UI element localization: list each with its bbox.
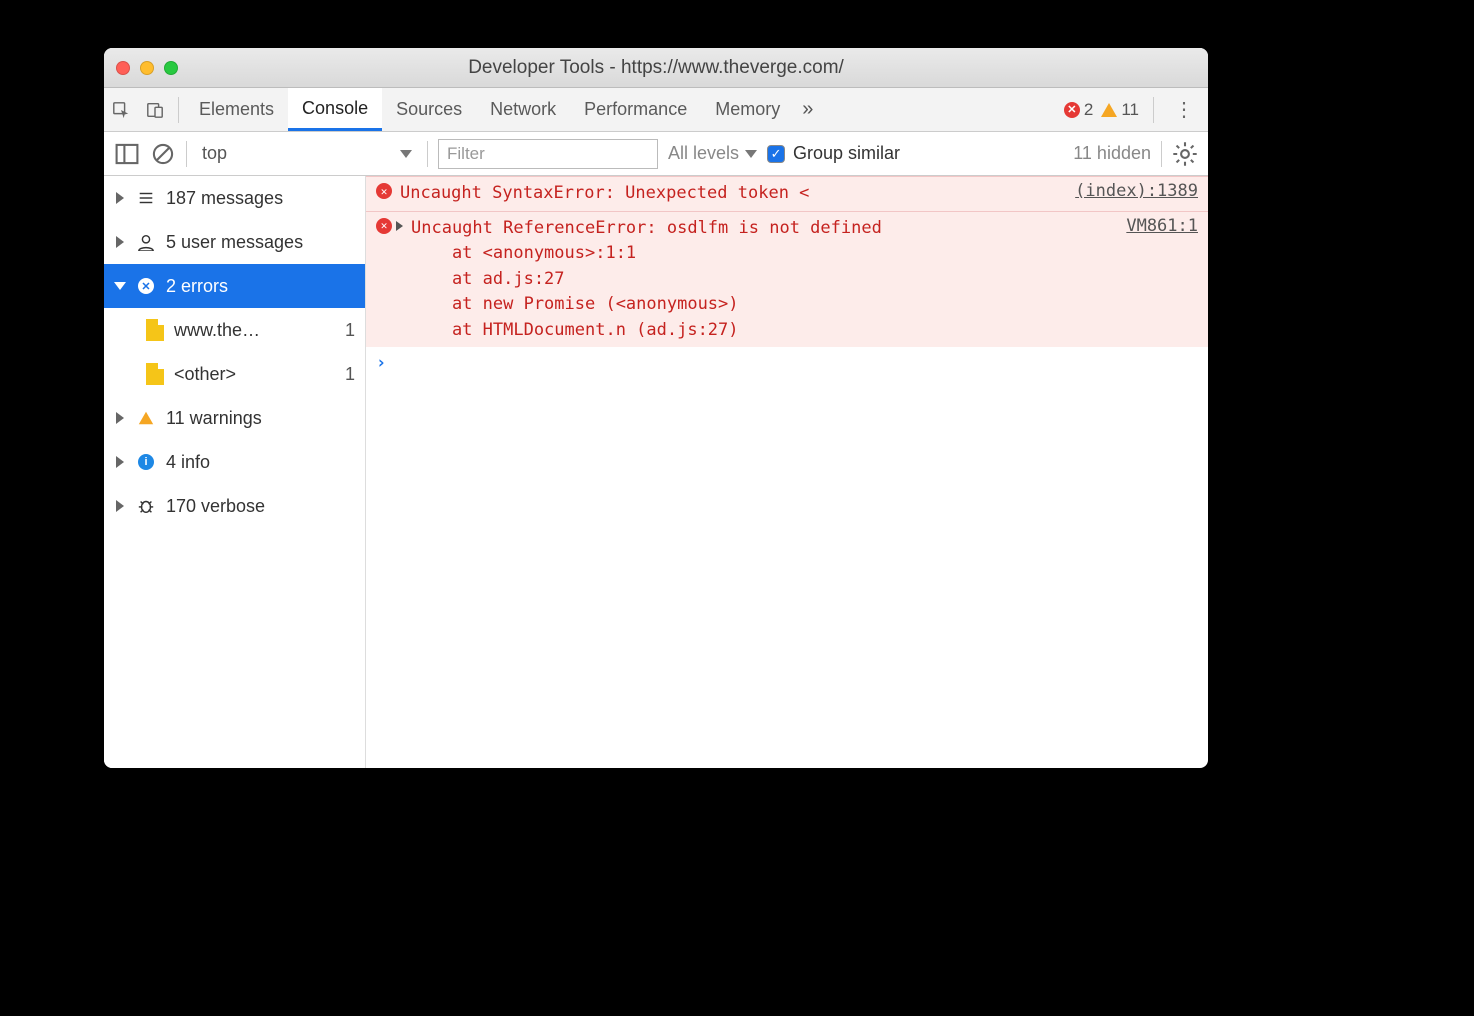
source-count: 1 — [345, 320, 365, 341]
zoom-window-button[interactable] — [164, 61, 178, 75]
error-icon: ✕ — [376, 183, 392, 199]
bug-icon — [136, 497, 156, 515]
log-levels-selector[interactable]: All levels — [668, 143, 757, 164]
window-controls — [116, 61, 178, 75]
chevron-down-icon — [745, 150, 757, 158]
console-error-message[interactable]: ✕ Uncaught ReferenceError: osdlfm is not… — [366, 211, 1208, 348]
warning-count-badge[interactable]: 11 — [1101, 100, 1139, 120]
tab-network[interactable]: Network — [476, 88, 570, 131]
filter-input[interactable] — [438, 139, 658, 169]
message-text: Uncaught ReferenceError: osdlfm is not d… — [411, 216, 1108, 344]
tab-performance[interactable]: Performance — [570, 88, 701, 131]
minimize-window-button[interactable] — [140, 61, 154, 75]
kebab-menu-icon[interactable]: ⋮ — [1168, 97, 1200, 122]
info-icon: i — [136, 454, 156, 470]
checkbox-checked-icon: ✓ — [767, 145, 785, 163]
sidebar-item-label: 2 errors — [166, 276, 228, 297]
group-similar-label: Group similar — [793, 143, 900, 164]
close-window-button[interactable] — [116, 61, 130, 75]
toggle-sidebar-icon[interactable] — [114, 141, 140, 167]
titlebar: Developer Tools - https://www.theverge.c… — [104, 48, 1208, 88]
source-count: 1 — [345, 364, 365, 385]
context-selector[interactable]: top — [197, 140, 417, 167]
expand-icon[interactable] — [396, 221, 403, 231]
tab-console[interactable]: Console — [288, 88, 382, 131]
warning-icon — [136, 411, 156, 425]
error-count-badge[interactable]: ✕ 2 — [1064, 100, 1093, 120]
message-source-link[interactable]: VM861:1 — [1116, 216, 1198, 236]
message-text: Uncaught SyntaxError: Unexpected token < — [400, 181, 1057, 207]
warning-icon — [1101, 103, 1117, 117]
warning-count: 11 — [1121, 100, 1139, 120]
sidebar-item-label: 187 messages — [166, 188, 283, 209]
error-icon: ✕ — [1064, 102, 1080, 118]
sidebar-item-messages[interactable]: 187 messages — [104, 176, 365, 220]
list-icon — [136, 189, 156, 207]
console-toolbar: top All levels ✓ Group similar 11 hidden — [104, 132, 1208, 176]
sidebar-item-errors[interactable]: ✕ 2 errors — [104, 264, 365, 308]
sidebar-item-label: 170 verbose — [166, 496, 265, 517]
console-prompt[interactable]: › — [366, 347, 1208, 379]
sidebar-item-info[interactable]: i 4 info — [104, 440, 365, 484]
tab-sources[interactable]: Sources — [382, 88, 476, 131]
levels-label: All levels — [668, 143, 739, 164]
overflow-tabs-icon[interactable]: » — [794, 98, 821, 121]
file-icon — [146, 319, 164, 341]
file-icon — [146, 363, 164, 385]
sidebar-error-source[interactable]: www.the… 1 — [104, 308, 365, 352]
sidebar-error-source[interactable]: <other> 1 — [104, 352, 365, 396]
source-label: <other> — [174, 364, 236, 385]
devtools-window: Developer Tools - https://www.theverge.c… — [104, 48, 1208, 768]
sidebar-item-verbose[interactable]: 170 verbose — [104, 484, 365, 528]
hidden-count[interactable]: 11 hidden — [1073, 143, 1151, 164]
chevron-down-icon — [400, 150, 412, 158]
devtools-tabstrip: Elements Console Sources Network Perform… — [104, 88, 1208, 132]
sidebar-item-user-messages[interactable]: 5 user messages — [104, 220, 365, 264]
sidebar-item-label: 5 user messages — [166, 232, 303, 253]
source-label: www.the… — [174, 320, 260, 341]
sidebar-item-label: 4 info — [166, 452, 210, 473]
window-title: Developer Tools - https://www.theverge.c… — [104, 57, 1208, 79]
settings-gear-icon[interactable] — [1172, 141, 1198, 167]
console-sidebar: 187 messages 5 user messages ✕ 2 errors — [104, 176, 366, 768]
tab-memory[interactable]: Memory — [701, 88, 794, 131]
sidebar-item-warnings[interactable]: 11 warnings — [104, 396, 365, 440]
error-count: 2 — [1084, 100, 1093, 120]
inspect-element-icon[interactable] — [104, 101, 138, 119]
error-icon: ✕ — [376, 218, 392, 234]
context-label: top — [202, 143, 227, 164]
user-icon — [136, 233, 156, 251]
message-source-link[interactable]: (index):1389 — [1065, 181, 1198, 201]
sidebar-item-label: 11 warnings — [166, 408, 262, 429]
console-error-message[interactable]: ✕ Uncaught SyntaxError: Unexpected token… — [366, 176, 1208, 211]
clear-console-icon[interactable] — [150, 141, 176, 167]
tabs: Elements Console Sources Network Perform… — [185, 88, 794, 131]
console-output: ✕ Uncaught SyntaxError: Unexpected token… — [366, 176, 1208, 768]
group-similar-toggle[interactable]: ✓ Group similar — [767, 143, 900, 164]
error-icon: ✕ — [136, 278, 156, 294]
tab-elements[interactable]: Elements — [185, 88, 288, 131]
device-toolbar-icon[interactable] — [138, 101, 172, 119]
